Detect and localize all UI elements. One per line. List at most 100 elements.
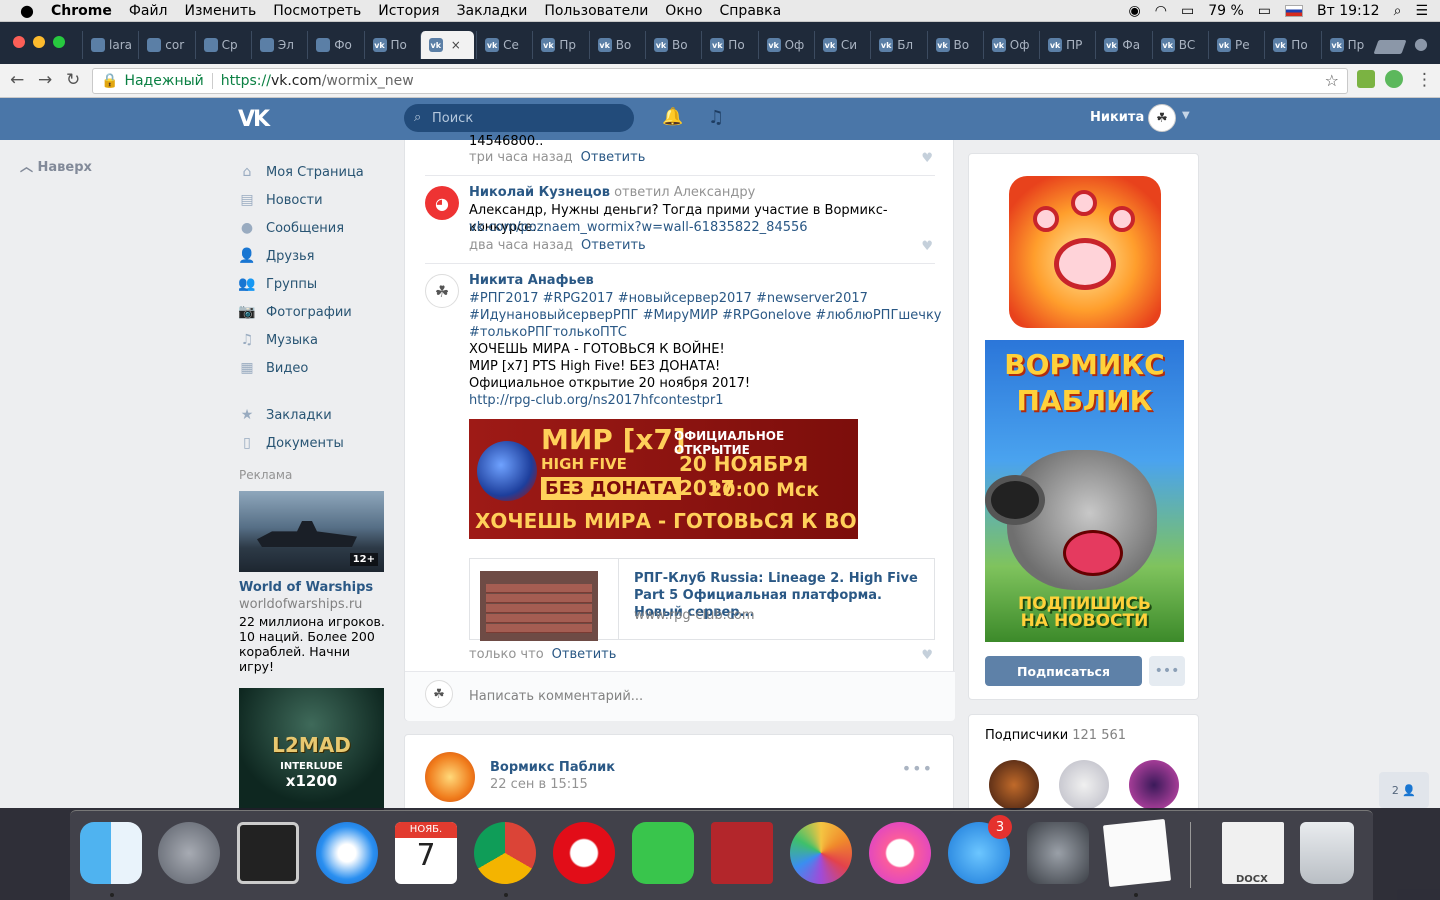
chrome-icon[interactable] xyxy=(474,822,536,884)
menu-people[interactable]: Пользователи xyxy=(544,3,648,19)
address-bar[interactable]: 🔒 Надежный https:// vk.com /wormix_new ☆ xyxy=(92,68,1348,94)
menu-app-name[interactable]: Chrome xyxy=(51,3,112,19)
system-preferences-icon[interactable] xyxy=(1027,822,1089,884)
sidebar-item[interactable]: ▯ Документы xyxy=(238,429,388,457)
browser-tab[interactable]: vk Пр xyxy=(1320,31,1375,59)
secure-label[interactable]: Надежный xyxy=(124,73,213,89)
browser-tab[interactable]: vk Се xyxy=(476,31,530,59)
status-app-icon[interactable]: ◉ xyxy=(1129,3,1141,19)
browser-tab[interactable]: vk Во xyxy=(926,31,981,59)
browser-tab[interactable]: Ср xyxy=(194,31,249,59)
forward-button[interactable]: → xyxy=(38,70,52,90)
menu-window[interactable]: Окно xyxy=(665,3,702,19)
safari-icon[interactable] xyxy=(316,822,378,884)
browser-tab[interactable]: vk По xyxy=(363,31,418,59)
reload-button[interactable]: ↻ xyxy=(66,70,80,90)
mission-control-icon[interactable] xyxy=(237,822,299,884)
trash-icon[interactable] xyxy=(1300,822,1354,884)
subscribe-button[interactable]: Подписаться xyxy=(985,656,1142,686)
comment-author[interactable]: Никита Анафьев xyxy=(469,273,594,288)
menu-file[interactable]: Файл xyxy=(129,3,168,19)
comment-composer[interactable]: ☘ Написать комментарий... xyxy=(405,671,955,721)
photos-icon[interactable] xyxy=(790,822,852,884)
menu-history[interactable]: История xyxy=(378,3,439,19)
battery-percent[interactable]: 79 % xyxy=(1208,3,1244,19)
textedit-icon[interactable] xyxy=(1102,818,1172,888)
like-heart-icon[interactable]: ♥ xyxy=(921,151,933,166)
browser-tab[interactable]: vk Фа xyxy=(1095,31,1149,59)
follower-avatar[interactable] xyxy=(1059,760,1109,810)
comment-time[interactable]: только что xyxy=(469,647,544,662)
music-player-icon[interactable]: ♫ xyxy=(708,107,724,128)
ad-warships-image[interactable]: 12+ xyxy=(239,491,384,572)
ad-warships-title[interactable]: World of Warships xyxy=(239,580,373,595)
sidebar-item[interactable]: 📷 Фотографии xyxy=(238,298,388,326)
browser-tab[interactable]: Фо xyxy=(307,31,361,59)
like-heart-icon[interactable]: ♥ xyxy=(921,648,933,663)
finder-icon[interactable] xyxy=(80,822,142,884)
scroll-up-button[interactable]: ︿ Наверх xyxy=(20,156,92,175)
comment-time[interactable]: три часа назад xyxy=(469,150,573,165)
battery-icon[interactable]: ▭ xyxy=(1258,3,1271,19)
browser-tab[interactable]: vk По xyxy=(1264,31,1318,59)
launchpad-icon[interactable] xyxy=(158,822,220,884)
post-date[interactable]: 22 сен в 15:15 xyxy=(490,777,588,792)
browser-tab[interactable]: vk ВС xyxy=(1151,31,1206,59)
post-author-name[interactable]: Вормикс Паблик xyxy=(490,760,615,775)
wifi-icon[interactable]: ◠ xyxy=(1155,3,1167,19)
airplay-icon[interactable]: ▭ xyxy=(1181,3,1194,19)
browser-tab[interactable]: Эл xyxy=(250,31,305,59)
menu-edit[interactable]: Изменить xyxy=(185,3,257,19)
menu-view[interactable]: Посмотреть xyxy=(273,3,361,19)
sidebar-item[interactable]: ▤ Новости xyxy=(238,186,388,214)
hashtags-line[interactable]: #РПГ2017 #RPG2017 #новыйсервер2017 #news… xyxy=(469,290,868,307)
browser-tab[interactable]: vk ПР xyxy=(1039,31,1093,59)
browser-tab[interactable]: lara xyxy=(82,31,136,59)
window-zoom-button[interactable] xyxy=(53,36,65,48)
search-input[interactable]: ⌕ Поиск xyxy=(404,104,634,132)
browser-tab[interactable]: vk Ре xyxy=(1208,31,1262,59)
ad-l2mad-image[interactable]: L2MAD INTERLUDE x1200 xyxy=(239,688,384,810)
group-poster-image[interactable]: ВОРМИКС ПАБЛИК ПОДПИШИСЬ НА НОВОСТИ xyxy=(985,340,1184,642)
sidebar-item[interactable]: ⌂ Моя Страница xyxy=(238,158,388,186)
group-avatar-paw-image[interactable] xyxy=(1009,176,1161,328)
vk-logo[interactable]: VK xyxy=(238,107,270,132)
browser-tab[interactable]: vk Оф xyxy=(757,31,812,59)
browser-tab[interactable]: vk По xyxy=(701,31,755,59)
commenter-avatar[interactable]: ◕ xyxy=(425,186,459,220)
comment-author[interactable]: Николай Кузнецов xyxy=(469,185,610,200)
comment-time[interactable]: два часа назад xyxy=(469,238,573,253)
post-author-avatar[interactable] xyxy=(425,752,475,802)
new-tab-button[interactable] xyxy=(1373,40,1407,54)
window-minimize-button[interactable] xyxy=(33,36,45,48)
chrome-menu-icon[interactable]: ⋮ xyxy=(1416,70,1433,90)
browser-tab[interactable]: vk × xyxy=(419,31,474,59)
header-username[interactable]: Никита xyxy=(1090,110,1144,125)
spotlight-search-icon[interactable]: ⌕ xyxy=(1394,3,1402,19)
reply-link[interactable]: Ответить xyxy=(581,150,646,165)
sidebar-item[interactable]: ▦ Видео xyxy=(238,354,388,382)
sidebar-item[interactable]: ★ Закладки xyxy=(238,401,388,429)
browser-tab[interactable]: cor xyxy=(138,31,192,59)
chevron-down-icon[interactable]: ▼ xyxy=(1182,110,1190,121)
comment-input-placeholder[interactable]: Написать комментарий... xyxy=(469,689,643,704)
browser-tab[interactable]: vk Бл xyxy=(870,31,924,59)
profile-icon[interactable]: ● xyxy=(1414,34,1428,53)
chat-contacts-badge[interactable]: 2 👤 xyxy=(1379,772,1429,808)
follower-avatar[interactable] xyxy=(989,760,1039,810)
reply-link[interactable]: Ответить xyxy=(581,238,646,253)
clock[interactable]: Вт 19:12 xyxy=(1317,3,1380,19)
sidebar-item[interactable]: ● Сообщения xyxy=(238,214,388,242)
green-extension-icon[interactable] xyxy=(1385,70,1403,88)
back-button[interactable]: ← xyxy=(10,70,24,90)
sidebar-item[interactable]: ♫ Музыка xyxy=(238,326,388,354)
comment-link[interactable]: vk.com/poznaem_wormix?w=wall-61835822_84… xyxy=(469,219,808,236)
like-heart-icon[interactable]: ♥ xyxy=(921,239,933,254)
facetime-icon[interactable] xyxy=(632,822,694,884)
sidebar-item[interactable]: 👤 Друзья xyxy=(238,242,388,270)
notification-center-icon[interactable]: ☰ xyxy=(1415,3,1428,19)
post-more-icon[interactable]: ••• xyxy=(902,759,933,778)
window-close-button[interactable] xyxy=(13,36,25,48)
lock-icon[interactable]: 🔒 xyxy=(101,73,118,89)
hashtags-line[interactable]: #ИдунановыйсерверРПГ #МируМИР #RPGonelov… xyxy=(469,307,942,324)
